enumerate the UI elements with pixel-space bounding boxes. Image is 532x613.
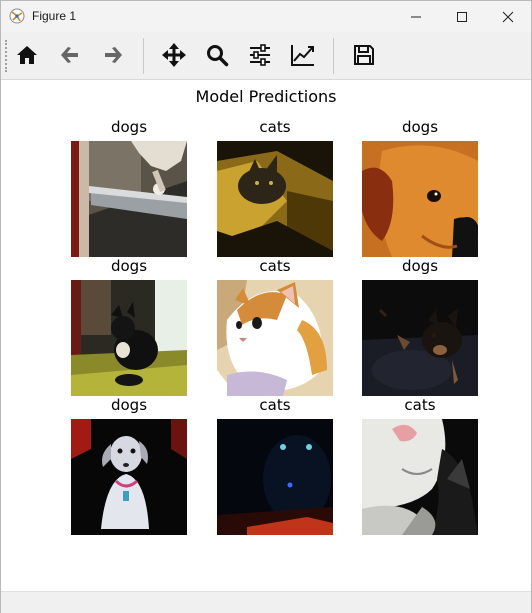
pan-button[interactable]: [159, 40, 189, 70]
subplots-button[interactable]: [245, 40, 275, 70]
title-bar[interactable]: Figure 1: [1, 1, 531, 32]
figure-canvas[interactable]: Model Predictions dogs cats dogs dogs ca…: [1, 80, 531, 591]
toolbar-separator: [333, 38, 334, 74]
zoom-button[interactable]: [202, 40, 232, 70]
navigation-toolbar: [1, 32, 531, 80]
sliders-icon: [250, 44, 270, 66]
figure-title: Model Predictions: [195, 87, 337, 106]
window-title: Figure 1: [32, 9, 77, 23]
prediction-label: dogs: [110, 396, 148, 414]
status-bar: [1, 591, 531, 613]
floppy-disk-icon: [354, 45, 374, 65]
home-icon: [17, 46, 37, 64]
minimize-button[interactable]: [393, 1, 439, 32]
minimize-icon: [411, 16, 421, 17]
home-button[interactable]: [12, 40, 42, 70]
cat-image-3: [217, 419, 333, 535]
back-button[interactable]: [55, 40, 85, 70]
prediction-label: dogs: [110, 257, 148, 275]
forward-button[interactable]: [98, 40, 128, 70]
cat-image-4: [362, 419, 478, 535]
cat-image-2: [217, 280, 333, 396]
dog-image-2: [362, 141, 478, 257]
cat-image-1: [217, 141, 333, 257]
line-chart-icon: [291, 45, 314, 66]
prediction-label: cats: [259, 396, 291, 414]
dog-image-3: [71, 280, 187, 396]
toolbar-separator: [143, 38, 144, 74]
dog-image-4: [362, 280, 478, 396]
prediction-label: dogs: [110, 118, 148, 136]
prediction-label: cats: [259, 118, 291, 136]
move-icon: [162, 43, 186, 67]
edit-axis-button[interactable]: [288, 40, 318, 70]
close-icon: [502, 11, 514, 22]
prediction-label: dogs: [401, 257, 439, 275]
prediction-label: cats: [404, 396, 436, 414]
magnifier-icon: [207, 45, 229, 67]
arrow-left-icon: [61, 47, 78, 63]
prediction-label: dogs: [401, 118, 439, 136]
arrow-right-icon: [105, 47, 122, 63]
close-button[interactable]: [485, 1, 531, 32]
prediction-label: cats: [259, 257, 291, 275]
matplotlib-logo-icon: [9, 8, 25, 24]
save-button[interactable]: [349, 40, 379, 70]
toolbar-grip[interactable]: [5, 40, 9, 72]
dog-image-1: [71, 141, 187, 257]
figure-window: Figure 1 Model Predictions dogs cats dog…: [0, 0, 532, 613]
maximize-button[interactable]: [439, 1, 485, 32]
maximize-icon: [457, 11, 467, 22]
dog-image-5: [71, 419, 187, 535]
